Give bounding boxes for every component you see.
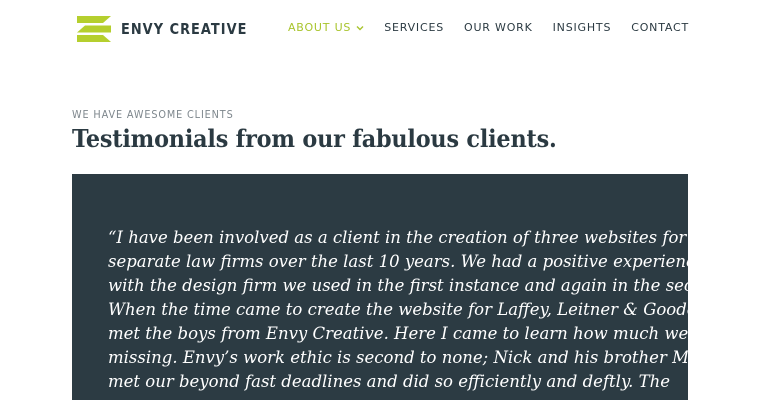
nav-insights[interactable]: INSIGHTS <box>553 21 612 34</box>
nav-services[interactable]: SERVICES <box>384 21 444 34</box>
nav-contact-label: CONTACT <box>631 21 689 34</box>
nav-contact[interactable]: CONTACT <box>631 21 689 34</box>
nav-about-us[interactable]: ABOUT US <box>288 21 364 34</box>
nav-insights-label: INSIGHTS <box>552 21 612 34</box>
testimonial-quote: “I have been involved as a client in the… <box>108 226 688 394</box>
nav-about-us-label: ABOUT US <box>287 21 352 34</box>
quote-line: with the design firm we used in the firs… <box>108 276 688 295</box>
nav-services-label: SERVICES <box>384 21 444 34</box>
brand-name: ENVY CREATIVE <box>121 20 248 38</box>
stacked-slash-bars-icon <box>77 16 111 42</box>
brand-logo[interactable]: ENVY CREATIVE <box>77 16 268 42</box>
quote-line: When the time came to create the website… <box>108 300 688 319</box>
quote-line: missing. Envy’s work ethic is second to … <box>108 348 688 367</box>
section-eyebrow: WE HAVE AWESOME CLIENTS <box>72 108 234 121</box>
site-header: ENVY CREATIVE ABOUT US SERVICES OUR WORK… <box>0 0 760 60</box>
quote-line: met our beyond fast deadlines and did so… <box>108 372 670 391</box>
nav-our-work[interactable]: OUR WORK <box>464 21 533 34</box>
page-title: Testimonials from our fabulous clients. <box>72 124 557 153</box>
quote-line: “I have been involved as a client in the… <box>108 228 688 247</box>
quote-line: separate law firms over the last 10 year… <box>108 252 688 271</box>
nav-our-work-label: OUR WORK <box>463 21 533 34</box>
main-nav: ABOUT US SERVICES OUR WORK INSIGHTS CONT… <box>288 21 689 34</box>
testimonial-panel: “I have been involved as a client in the… <box>72 174 688 400</box>
chevron-down-icon <box>356 21 364 34</box>
quote-line: met the boys from Envy Creative. Here I … <box>108 324 688 343</box>
